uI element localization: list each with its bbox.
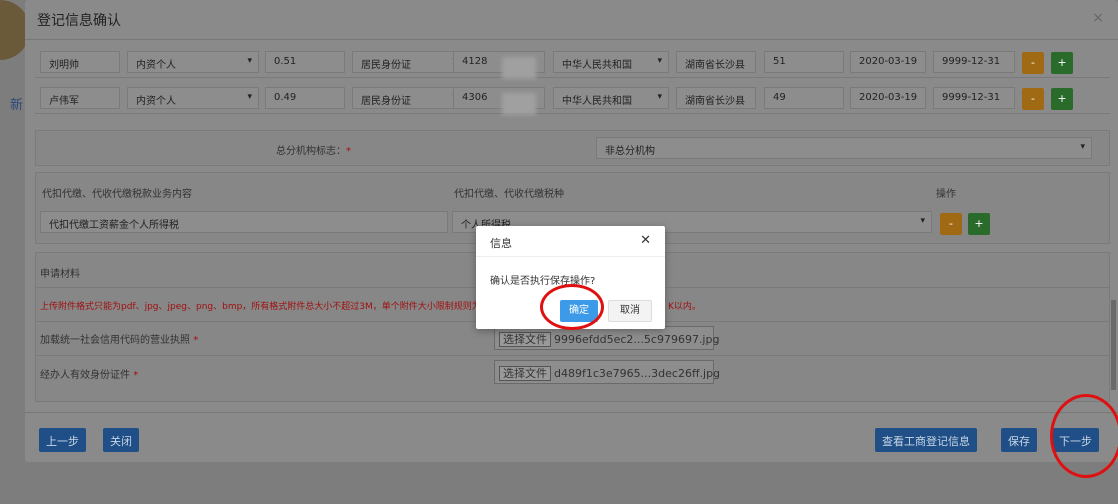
modal-close-icon[interactable]: × xyxy=(1092,10,1104,26)
investor-type-select[interactable]: 内资个人 xyxy=(127,87,259,109)
required-mark: * xyxy=(346,146,351,157)
address-field[interactable]: 湖南省长沙县 xyxy=(676,87,756,109)
add-withhold-button[interactable]: + xyxy=(968,213,990,235)
required-mark: * xyxy=(193,335,199,346)
nationality-select[interactable]: 中华人民共和国 xyxy=(553,87,669,109)
modal-body: 刘明帅 内资个人 0.51 居民身份证 4128 中华人民共和国 湖南省长沙县 … xyxy=(35,40,1110,402)
add-row-button[interactable]: + xyxy=(1051,88,1073,110)
investor-type-select[interactable]: 内资个人 xyxy=(127,51,259,73)
material-label: 经办人有效身份证件 xyxy=(40,370,130,381)
name-field[interactable]: 卢伟军 xyxy=(40,87,120,109)
ratio-field[interactable]: 0.49 xyxy=(265,87,345,109)
cancel-button[interactable]: 取消 xyxy=(608,300,652,322)
modal-footer: 上一步 关闭 查看工商登记信息 保存 下一步 xyxy=(25,412,1118,462)
remove-withhold-button[interactable]: - xyxy=(940,213,962,235)
branch-flag-select[interactable]: 非总分机构 xyxy=(596,137,1092,159)
remove-row-button[interactable]: - xyxy=(1022,52,1044,74)
highlight-circle xyxy=(1050,394,1118,478)
choose-file-button[interactable]: 选择文件 xyxy=(499,366,551,381)
percent-field[interactable]: 49 xyxy=(764,87,844,109)
withhold-col-tax: 代扣代缴、代收代缴税种 xyxy=(454,189,564,200)
add-row-button[interactable]: + xyxy=(1051,52,1073,74)
percent-field[interactable]: 51 xyxy=(764,51,844,73)
close-button[interactable]: 关闭 xyxy=(103,428,139,452)
file-name: 9996efdd5ec2...5c979697.jpg xyxy=(554,333,720,346)
save-button[interactable]: 保存 xyxy=(1001,428,1037,452)
investor-row: 卢伟军 内资个人 0.49 居民身份证 4306 中华人民共和国 湖南省长沙县 … xyxy=(35,82,1110,115)
start-date-field[interactable]: 2020-03-19 xyxy=(850,87,926,109)
name-field[interactable]: 刘明帅 xyxy=(40,51,120,73)
ratio-field[interactable]: 0.51 xyxy=(265,51,345,73)
file-name: d489f1c3e7965...3dec26ff.jpg xyxy=(554,367,721,380)
address-field[interactable]: 湖南省长沙县 xyxy=(676,51,756,73)
start-date-field[interactable]: 2020-03-19 xyxy=(850,51,926,73)
background-tab[interactable]: 新 xyxy=(10,94,23,113)
modal-title: 登记信息确认 xyxy=(25,0,1118,40)
end-date-field[interactable]: 9999-12-31 xyxy=(933,51,1015,73)
prev-step-button[interactable]: 上一步 xyxy=(39,428,86,452)
dialog-title: 信息 xyxy=(490,237,512,250)
id-type-select[interactable]: 居民身份证 xyxy=(352,87,464,109)
choose-file-button[interactable]: 选择文件 xyxy=(499,332,551,347)
withhold-col-content: 代扣代缴、代收代缴税款业务内容 xyxy=(42,189,192,200)
file-input[interactable]: 选择文件 9996efdd5ec2...5c979697.jpg xyxy=(494,326,719,350)
scrollbar[interactable] xyxy=(1111,300,1116,390)
withhold-col-action: 操作 xyxy=(936,189,956,200)
remove-row-button[interactable]: - xyxy=(1022,88,1044,110)
branch-flag-row: 总分机构标志：* 非总分机构 xyxy=(35,130,1110,166)
withhold-content-field[interactable]: 代扣代缴工资薪金个人所得税 xyxy=(40,211,448,233)
file-input[interactable]: 选择文件 d489f1c3e7965...3dec26ff.jpg xyxy=(494,360,720,384)
branch-flag-label: 总分机构标志： xyxy=(276,146,346,157)
investor-row: 刘明帅 内资个人 0.51 居民身份证 4128 中华人民共和国 湖南省长沙县 … xyxy=(35,46,1110,79)
dialog-close-icon[interactable]: ✕ xyxy=(640,233,651,248)
required-mark: * xyxy=(133,370,139,381)
upload-notice: 上传附件格式只能为pdf、jpg、jpeg、png、bmp，所有格式附件总大小不… xyxy=(40,302,493,312)
end-date-field[interactable]: 9999-12-31 xyxy=(933,87,1015,109)
materials-title: 申请材料 xyxy=(40,269,80,280)
id-type-select[interactable]: 居民身份证 xyxy=(352,51,464,73)
nationality-select[interactable]: 中华人民共和国 xyxy=(553,51,669,73)
view-business-registration-button[interactable]: 查看工商登记信息 xyxy=(875,428,977,452)
material-label: 加载统一社会信用代码的营业执照 xyxy=(40,335,190,346)
highlight-circle xyxy=(540,284,604,330)
upload-notice-tail: K以内。 xyxy=(668,302,701,312)
